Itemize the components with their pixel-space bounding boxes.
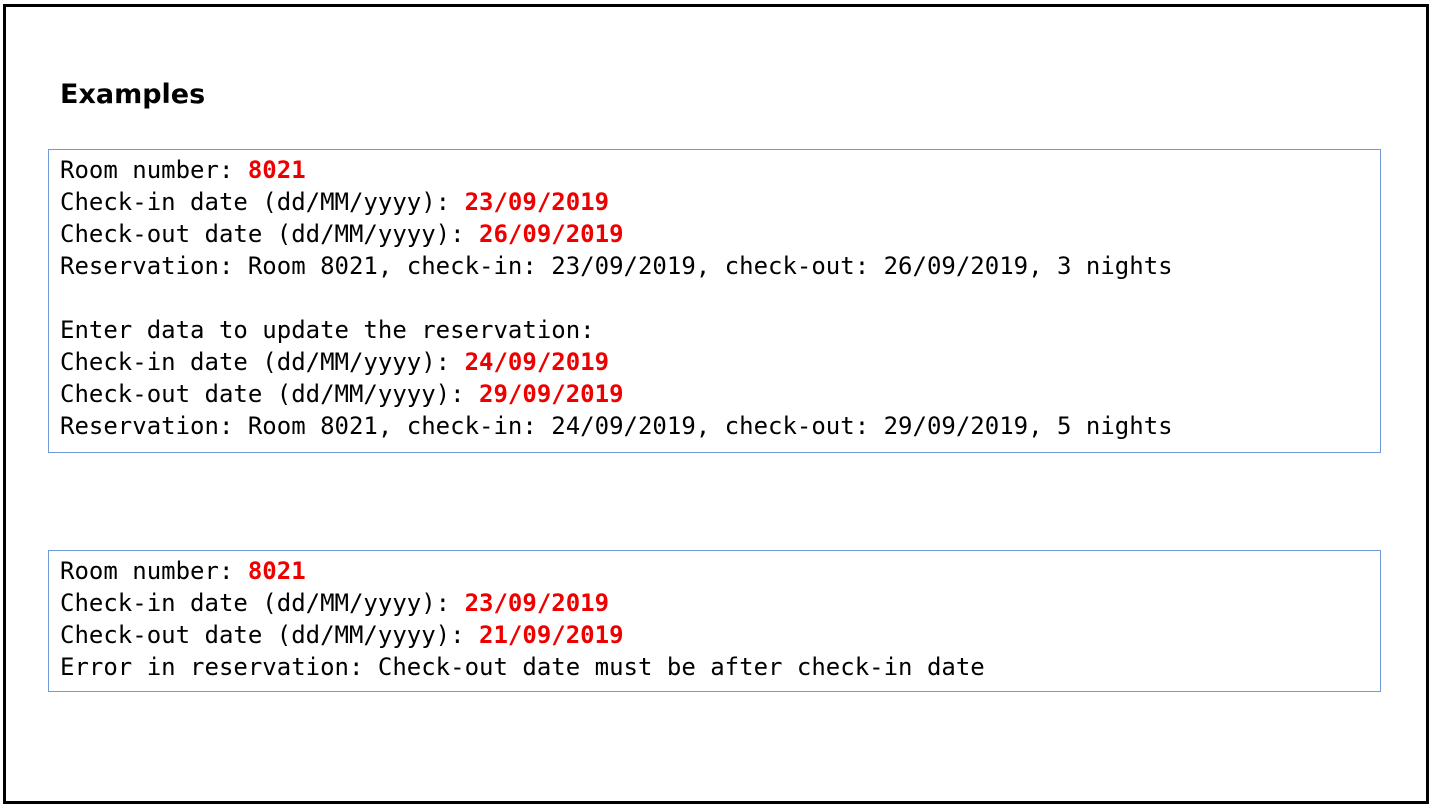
room-number-prompt: Room number: [60, 557, 248, 585]
updated-reservation-output-line: Reservation: Room 8021, check-in: 24/09/… [60, 412, 1173, 440]
checkout-prompt: Check-out date (dd/MM/yyyy): [60, 621, 480, 649]
checkin-prompt: Check-in date (dd/MM/yyyy): [60, 589, 465, 617]
page-title: Examples [60, 79, 206, 110]
checkin-line: Check-in date (dd/MM/yyyy): 23/09/2019 [60, 186, 1380, 218]
slide-frame: Examples Room number: 8021 Check-in date… [3, 4, 1429, 804]
checkout-line: Check-out date (dd/MM/yyyy): 21/09/2019 [60, 619, 1380, 651]
update-prompt-line: Enter data to update the reservation: [60, 316, 595, 344]
room-number-value: 8021 [247, 156, 306, 184]
update-checkout-value: 29/09/2019 [479, 380, 624, 408]
example-console-2: Room number: 8021 Check-in date (dd/MM/y… [48, 550, 1381, 692]
checkin-value: 23/09/2019 [464, 188, 610, 216]
room-number-prompt: Room number: [60, 156, 248, 184]
update-checkin-prompt: Check-in date (dd/MM/yyyy): [60, 348, 465, 376]
room-number-line: Room number: 8021 [60, 555, 1380, 587]
checkin-prompt: Check-in date (dd/MM/yyyy): [60, 188, 465, 216]
update-checkin-line: Check-in date (dd/MM/yyyy): 24/09/2019 [60, 346, 1380, 378]
update-checkout-prompt: Check-out date (dd/MM/yyyy): [60, 380, 480, 408]
checkout-line: Check-out date (dd/MM/yyyy): 26/09/2019 [60, 218, 1380, 250]
update-checkin-value: 24/09/2019 [464, 348, 610, 376]
update-checkout-line: Check-out date (dd/MM/yyyy): 29/09/2019 [60, 378, 1380, 410]
checkin-value: 23/09/2019 [464, 589, 610, 617]
room-number-value: 8021 [247, 557, 306, 585]
example-console-1: Room number: 8021 Check-in date (dd/MM/y… [48, 149, 1381, 453]
checkout-value: 21/09/2019 [479, 621, 624, 649]
error-output-line: Error in reservation: Check-out date mus… [60, 653, 985, 681]
room-number-line: Room number: 8021 [60, 154, 1380, 186]
reservation-output-line: Reservation: Room 8021, check-in: 23/09/… [60, 252, 1173, 280]
checkout-value: 26/09/2019 [479, 220, 624, 248]
checkin-line: Check-in date (dd/MM/yyyy): 23/09/2019 [60, 587, 1380, 619]
checkout-prompt: Check-out date (dd/MM/yyyy): [60, 220, 480, 248]
